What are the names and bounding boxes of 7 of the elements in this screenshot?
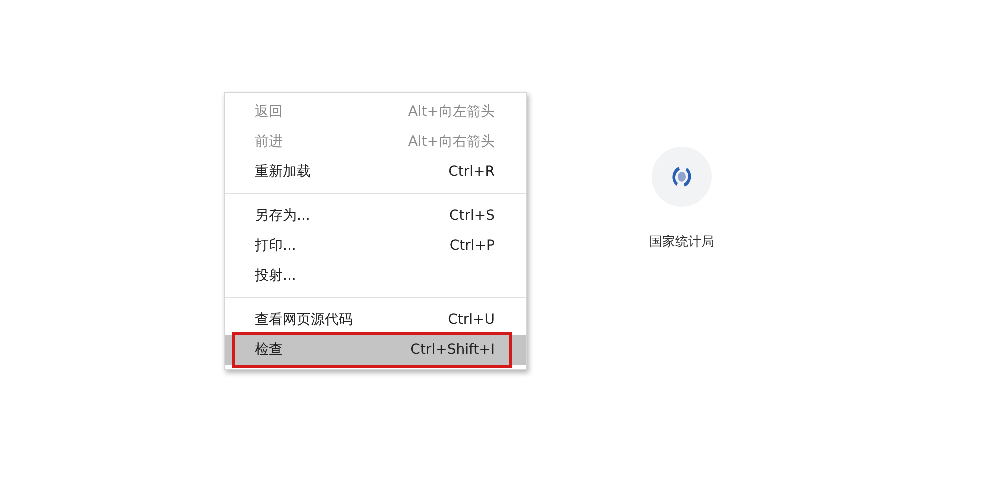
menu-item[interactable]: 投射... bbox=[225, 261, 526, 291]
menu-item[interactable]: 检查 Ctrl+Shift+I bbox=[225, 335, 526, 365]
menu-item[interactable]: 查看网页源代码 Ctrl+U bbox=[225, 305, 526, 335]
menu-item[interactable]: 打印... Ctrl+P bbox=[225, 231, 526, 261]
site-label[interactable]: 国家统计局 bbox=[650, 233, 714, 251]
menu-item[interactable]: 重新加载 Ctrl+R bbox=[225, 157, 526, 187]
menu-item[interactable]: 另存为... Ctrl+S bbox=[225, 201, 526, 231]
